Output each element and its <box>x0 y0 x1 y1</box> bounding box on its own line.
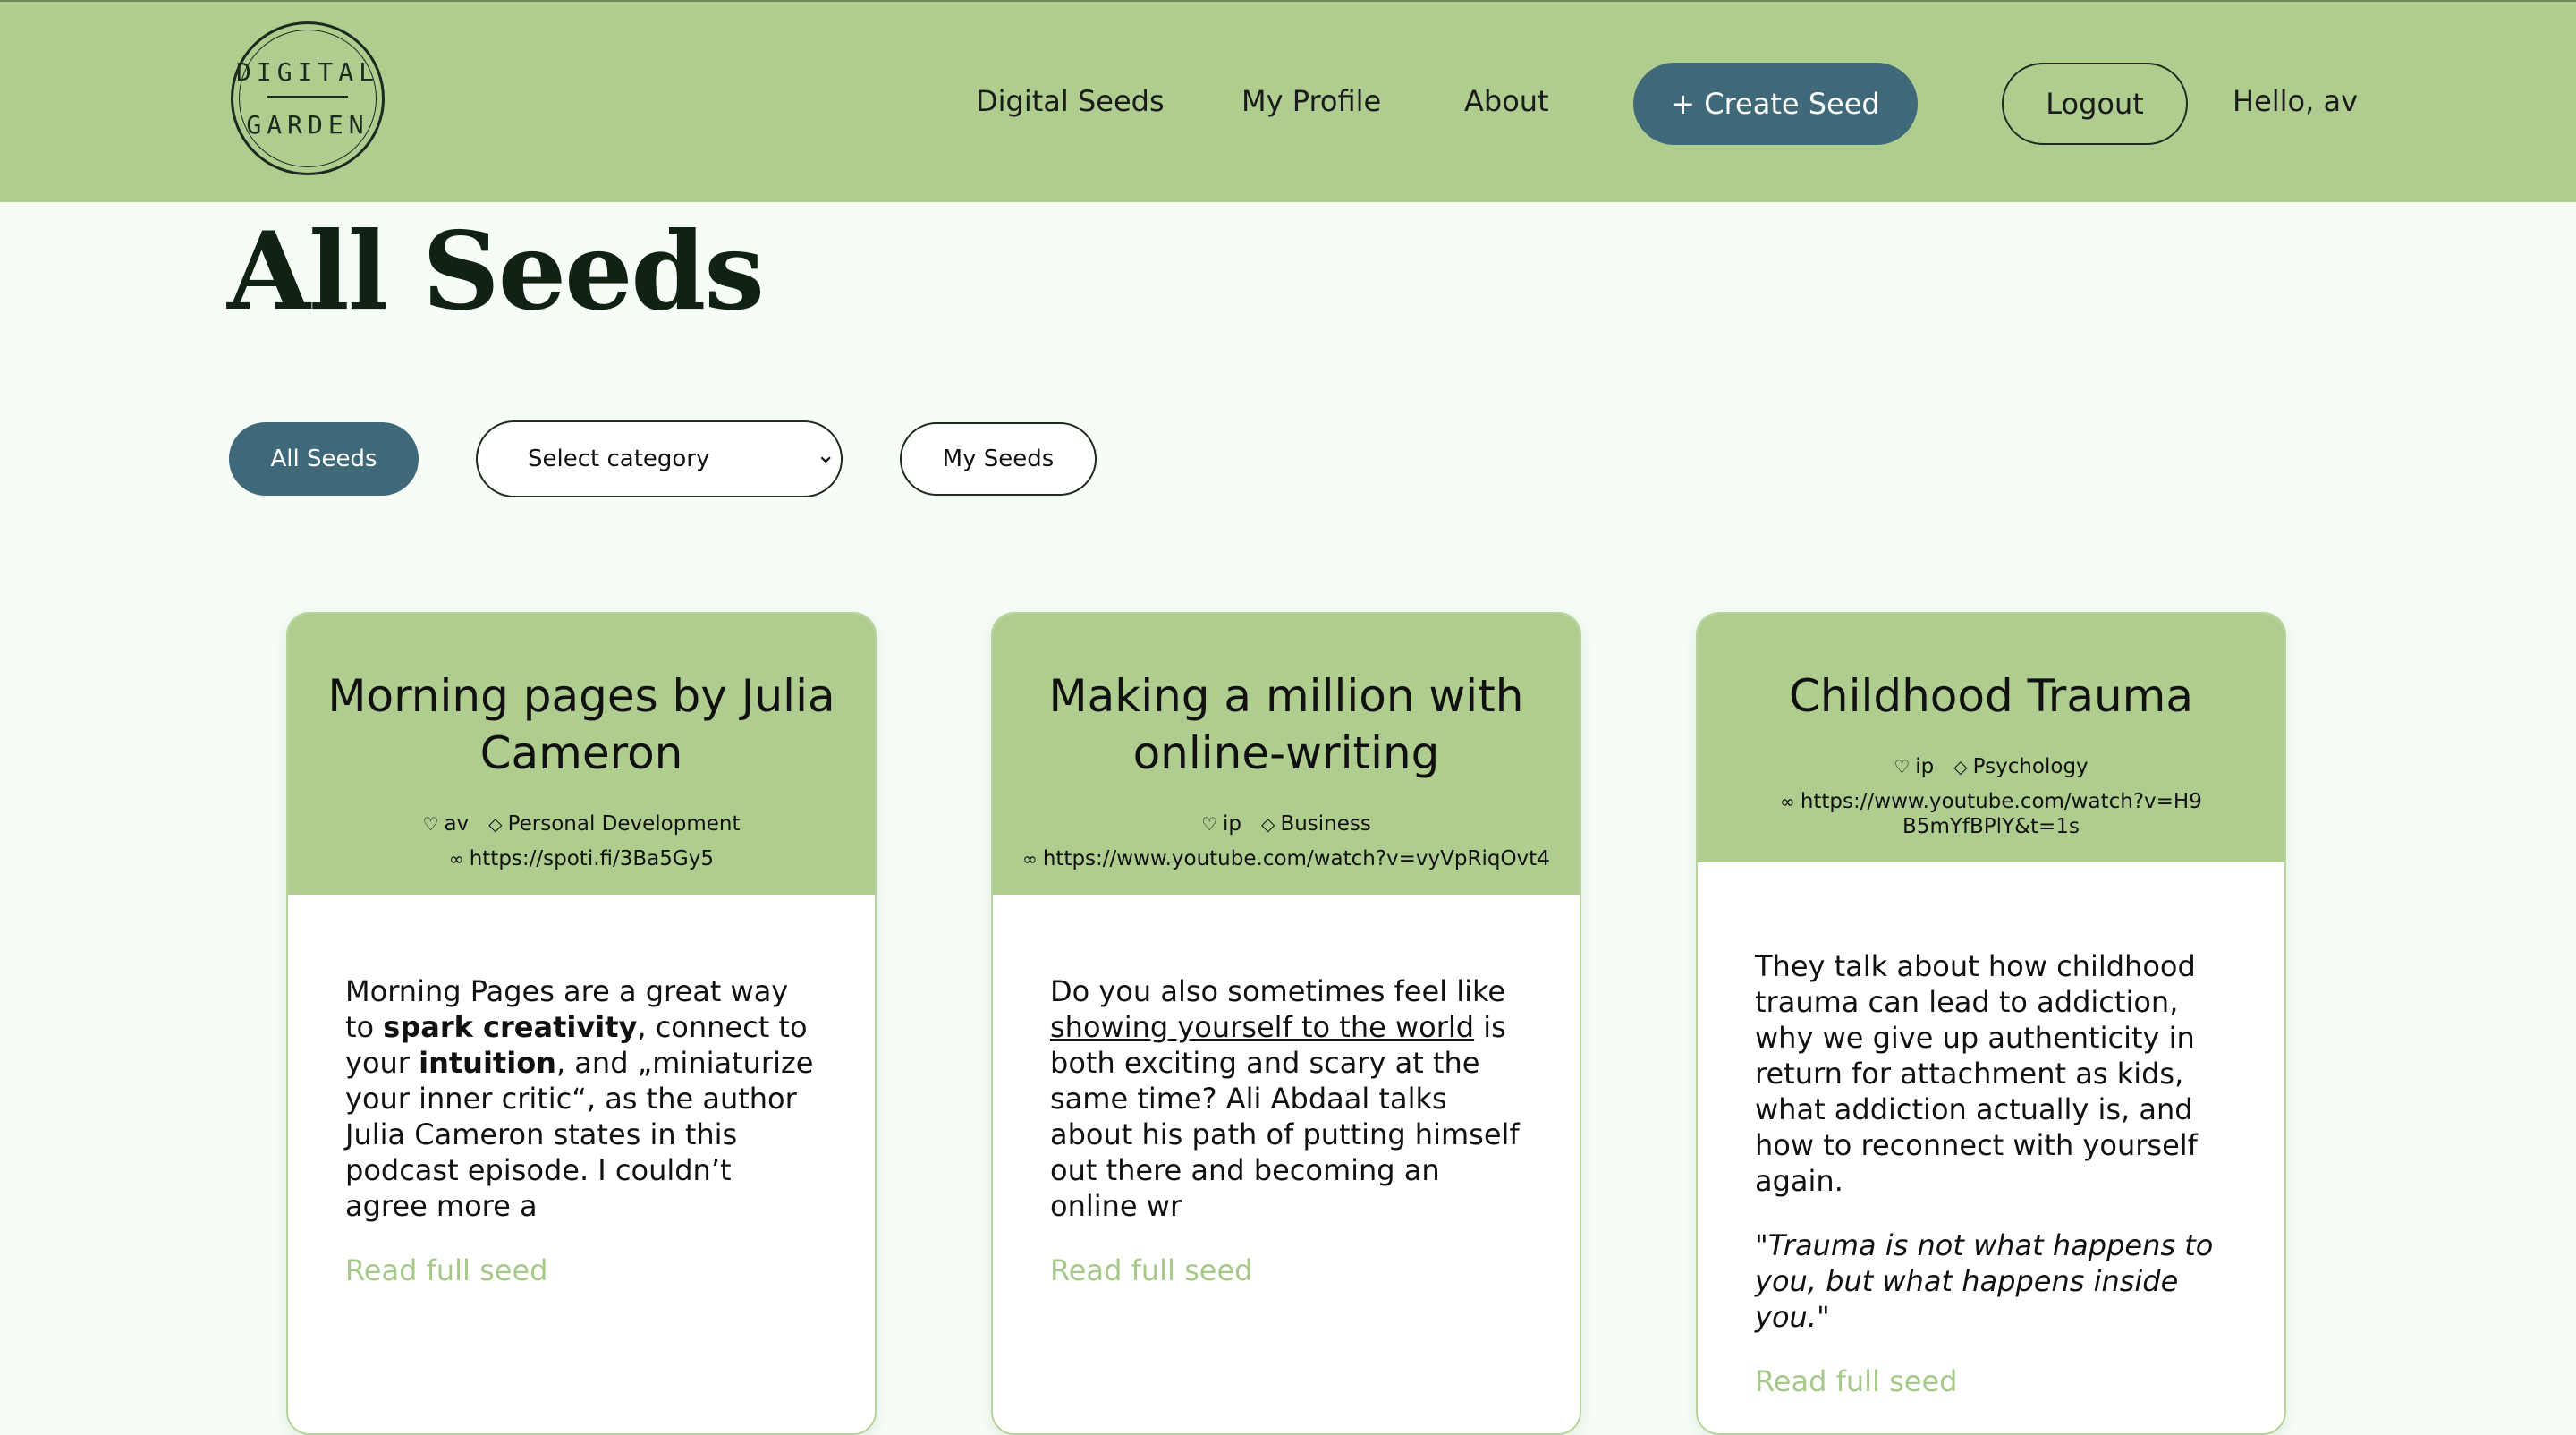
seed-author-name: av <box>444 812 470 836</box>
page-title: All Seeds <box>227 208 765 335</box>
seed-card: Making a million with online-writing ♡ ip… <box>991 612 1581 1435</box>
tag-icon: ◇ <box>1953 756 1968 777</box>
excerpt-bold: intuition <box>419 1046 556 1080</box>
seed-category-name: Business <box>1280 812 1371 836</box>
digital-garden-logo[interactable]: DIGITAL GARDEN <box>231 21 385 175</box>
category-select[interactable]: Select category ⌄ <box>476 420 843 497</box>
seed-excerpt: Do you also sometimes feel like showing … <box>1050 973 1522 1224</box>
nav-link-digital-seeds[interactable]: Digital Seeds <box>976 84 1165 118</box>
tag-icon: ◇ <box>488 813 503 835</box>
tag-icon: ◇ <box>1261 813 1275 835</box>
link-icon: ∞ <box>1022 848 1038 870</box>
logo-ring <box>239 30 377 167</box>
user-icon: ♡ <box>422 813 439 835</box>
chevron-down-icon: ⌄ <box>816 442 835 469</box>
seed-quote: "Trauma is not what happens to you, but … <box>1755 1228 2214 1334</box>
seed-category: ◇ Psychology <box>1953 753 2088 780</box>
seed-category-name: Psychology <box>1972 755 2089 778</box>
read-full-seed-link[interactable]: Read full seed <box>1755 1363 1957 1399</box>
seed-author-name: ip <box>1223 812 1242 836</box>
seed-title[interactable]: Morning pages by Julia Cameron <box>315 667 848 782</box>
user-icon: ♡ <box>1894 756 1911 777</box>
nav-link-about[interactable]: About <box>1464 84 1549 118</box>
nav-link-my-profile[interactable]: My Profile <box>1241 84 1381 118</box>
link-icon: ∞ <box>449 848 464 870</box>
seed-title[interactable]: Childhood Trauma <box>1724 667 2258 725</box>
seed-url[interactable]: ∞ https://spoti.fi/3Ba5Gy5 <box>315 846 848 871</box>
seed-title[interactable]: Making a million with online-writing <box>1020 667 1553 782</box>
excerpt-text: Do you also sometimes feel like <box>1050 974 1506 1008</box>
all-seeds-filter-button[interactable]: All Seeds <box>229 422 419 496</box>
seed-excerpt: Morning Pages are a great way to spark c… <box>345 973 818 1224</box>
read-full-seed-link[interactable]: Read full seed <box>1050 1252 1252 1288</box>
read-full-seed-link[interactable]: Read full seed <box>345 1252 547 1288</box>
seed-card-body: Do you also sometimes feel like showing … <box>993 895 1580 1288</box>
user-icon: ♡ <box>1201 813 1218 835</box>
category-select-value: Select category <box>528 446 710 472</box>
seed-card-body: Morning Pages are a great way to spark c… <box>288 895 875 1288</box>
top-navbar: DIGITAL GARDEN Digital Seeds My Profile … <box>0 0 2576 202</box>
seed-author-name: ip <box>1915 755 1935 778</box>
seed-category: ◇ Business <box>1261 811 1371 837</box>
seed-author: ♡ ip <box>1201 811 1241 837</box>
seed-author: ♡ ip <box>1894 753 1934 780</box>
user-greeting: Hello, av <box>2233 84 2358 118</box>
seed-card-header: Morning pages by Julia Cameron ♡ av ◇ Pers… <box>288 614 875 895</box>
my-seeds-filter-button[interactable]: My Seeds <box>900 422 1097 496</box>
seed-category-name: Personal Development <box>507 812 741 836</box>
create-seed-button[interactable]: + Create Seed <box>1633 63 1918 145</box>
seed-url[interactable]: ∞ https://www.youtube.com/watch?v=H9B5mYf… <box>1724 789 2258 839</box>
seed-url-text[interactable]: https://spoti.fi/3Ba5Gy5 <box>470 847 714 870</box>
seed-url[interactable]: ∞ https://www.youtube.com/watch?v=vyVpRiq… <box>1020 846 1553 871</box>
seed-url-text[interactable]: https://www.youtube.com/watch?v=vyVpRiqO… <box>1043 847 1550 870</box>
seed-card-header: Making a million with online-writing ♡ ip… <box>993 614 1580 895</box>
excerpt-bold: spark creativity <box>383 1010 638 1044</box>
seed-card-header: Childhood Trauma ♡ ip ◇ Psychology ∞ https:… <box>1698 614 2284 862</box>
seed-category: ◇ Personal Development <box>488 811 740 837</box>
logout-button[interactable]: Logout <box>2002 63 2188 145</box>
link-icon: ∞ <box>1780 791 1795 812</box>
excerpt-underlined: showing yourself to the world <box>1050 1010 1475 1044</box>
seed-url-text[interactable]: https://www.youtube.com/watch?v=H9B5mYfB… <box>1801 790 2202 838</box>
seed-excerpt: They talk about how childhood trauma can… <box>1755 949 2198 1198</box>
seed-card-body: They talk about how childhood trauma can… <box>1698 862 2284 1399</box>
seed-author: ♡ av <box>423 811 470 837</box>
seed-card: Morning pages by Julia Cameron ♡ av ◇ Pers… <box>286 612 877 1435</box>
seed-card: Childhood Trauma ♡ ip ◇ Psychology ∞ https:… <box>1696 612 2286 1435</box>
